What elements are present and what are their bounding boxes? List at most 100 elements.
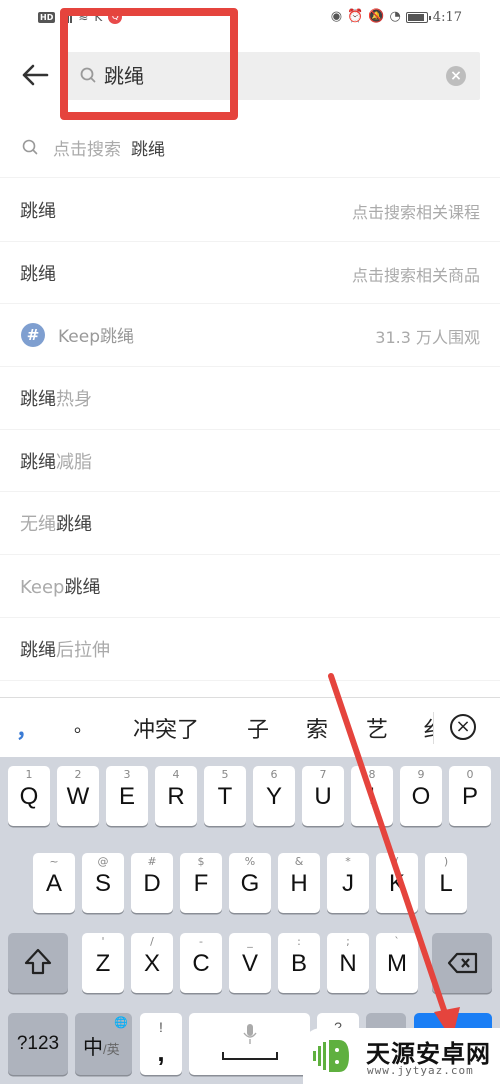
comma-key[interactable]: ! , bbox=[140, 1013, 182, 1075]
candidate-item[interactable]: 子 bbox=[247, 712, 269, 744]
key-m[interactable]: ` M bbox=[376, 933, 418, 993]
key-t[interactable]: 5T bbox=[204, 766, 246, 826]
suggestion-highlight: 跳绳 bbox=[20, 389, 56, 411]
backspace-icon bbox=[447, 952, 478, 974]
key-alt-char: ~ bbox=[49, 855, 59, 868]
candidate-item[interactable]: 索 bbox=[306, 712, 328, 744]
key-e[interactable]: 3E bbox=[106, 766, 148, 826]
suggestion-row-course[interactable]: 跳绳 点击搜索相关课程 bbox=[0, 179, 500, 242]
key-c[interactable]: -C bbox=[180, 933, 222, 993]
key-char: G bbox=[240, 870, 260, 897]
language-switch-key[interactable]: 🌐 中/英 bbox=[75, 1013, 132, 1075]
key-char: K bbox=[388, 870, 405, 897]
close-circle-icon[interactable]: × bbox=[450, 714, 476, 740]
suggestion-prefix: 无绳 bbox=[20, 514, 56, 536]
suggestion-rest: 后拉伸 bbox=[56, 639, 110, 661]
key-alt-char: : bbox=[297, 935, 301, 948]
key-alt-char: 4 bbox=[172, 768, 180, 781]
suggestion-row-goods[interactable]: 跳绳 点击搜索相关商品 bbox=[0, 242, 500, 305]
suggestion-row[interactable]: 无绳跳绳 bbox=[0, 492, 500, 556]
key-alt-char: 2 bbox=[74, 768, 82, 781]
suggestion-highlight: 跳绳 bbox=[100, 327, 135, 348]
eye-comfort-icon: ◉ bbox=[330, 9, 343, 24]
key-a[interactable]: ~ A bbox=[33, 853, 75, 913]
key-n[interactable]: ; N bbox=[327, 933, 369, 993]
key-alt-char: ` bbox=[394, 935, 400, 948]
numbers-key[interactable]: ?123 bbox=[8, 1013, 68, 1075]
search-query-text[interactable]: 跳绳 bbox=[104, 62, 144, 90]
back-button[interactable] bbox=[20, 60, 52, 92]
key-b[interactable]: :B bbox=[278, 933, 320, 993]
space-bar-icon bbox=[222, 1052, 278, 1060]
backspace-key[interactable] bbox=[432, 933, 492, 993]
mute-icon: 🔕 bbox=[368, 9, 385, 24]
battery-icon bbox=[405, 11, 431, 23]
status-time: 4:17 bbox=[432, 9, 462, 25]
key-alt-char: # bbox=[147, 855, 157, 868]
key-y[interactable]: 6Y bbox=[253, 766, 295, 826]
key-x[interactable]: / X bbox=[131, 933, 173, 993]
key-char: P bbox=[461, 783, 478, 810]
key-char: U bbox=[314, 783, 332, 810]
candidate-period[interactable]: 。 bbox=[74, 712, 92, 738]
candidate-comma[interactable]: ， bbox=[16, 712, 38, 744]
suggestion-row-topic[interactable]: # Keep跳绳 31.3 万人围观 bbox=[0, 304, 500, 368]
suggestion-row[interactable]: 跳绳减脂 bbox=[0, 430, 500, 493]
topic-hashtag-icon: # bbox=[21, 323, 45, 348]
search-app-notification-icon: Q bbox=[108, 10, 123, 24]
key-alt-char: 9 bbox=[417, 768, 425, 781]
key-char: D bbox=[143, 870, 161, 897]
clear-button[interactable]: × bbox=[446, 66, 466, 86]
suggestion-row[interactable]: 跳绳后拉伸 bbox=[0, 618, 500, 681]
suggestion-row[interactable]: Keep跳绳 bbox=[0, 555, 500, 618]
key-l[interactable]: ) L bbox=[425, 853, 467, 913]
key-char: I bbox=[368, 783, 376, 810]
suggestion-row[interactable]: 跳绳热身 bbox=[0, 367, 500, 430]
key-alt-char: ( bbox=[394, 855, 400, 868]
key-alt-char: $ bbox=[197, 855, 205, 868]
search-keyword-suggestion[interactable]: 点击搜索 跳绳 bbox=[0, 118, 500, 178]
key-u[interactable]: 7U bbox=[302, 766, 344, 826]
key-f[interactable]: $ F bbox=[180, 853, 222, 913]
space-key[interactable] bbox=[189, 1013, 310, 1075]
key-alt-char: * bbox=[345, 855, 351, 868]
key-char: Z bbox=[95, 950, 111, 977]
search-icon bbox=[80, 67, 96, 83]
key-i[interactable]: 8I bbox=[351, 766, 393, 826]
ime-candidate-bar: ， 。 冲突了 子 索 艺 纟 × bbox=[0, 697, 500, 757]
key-k[interactable]: (K bbox=[376, 853, 418, 913]
shift-key[interactable] bbox=[8, 933, 68, 993]
key-alt-char: 5 bbox=[221, 768, 229, 781]
suggestion-prefix: Keep bbox=[20, 577, 65, 599]
key-alt-char: 0 bbox=[466, 768, 474, 781]
key-j[interactable]: * J bbox=[327, 853, 369, 913]
search-input[interactable]: 跳绳 × bbox=[66, 52, 480, 100]
candidate-item[interactable]: 艺 bbox=[366, 712, 388, 744]
suggestion-highlight: 跳绳 bbox=[20, 451, 56, 473]
key-d[interactable]: # D bbox=[131, 853, 173, 913]
key-alt-char: ) bbox=[443, 855, 449, 868]
key-g[interactable]: % G bbox=[229, 853, 271, 913]
key-char: X bbox=[143, 950, 160, 977]
key-o[interactable]: 9O bbox=[400, 766, 442, 826]
android-logo-icon bbox=[313, 1040, 349, 1072]
key-char: R bbox=[167, 783, 185, 810]
key-p[interactable]: 0P bbox=[449, 766, 491, 826]
key-v[interactable]: _ V bbox=[229, 933, 271, 993]
candidate-item[interactable]: 冲突了 bbox=[133, 712, 199, 744]
key-h[interactable]: & H bbox=[278, 853, 320, 913]
key-char: C bbox=[192, 950, 210, 977]
suggestion-hint: 点击搜索相关商品 bbox=[351, 265, 480, 285]
arrow-left-icon bbox=[22, 64, 49, 86]
key-w[interactable]: 2W bbox=[57, 766, 99, 826]
key-r[interactable]: 4R bbox=[155, 766, 197, 826]
key-s[interactable]: @ S bbox=[82, 853, 124, 913]
search-icon bbox=[22, 139, 38, 155]
candidate-item[interactable]: 纟 bbox=[423, 712, 433, 744]
watermark-url: www.jytyaz.com bbox=[367, 1064, 474, 1077]
shift-icon bbox=[24, 948, 52, 975]
key-z[interactable]: ' Z bbox=[82, 933, 124, 993]
key-q[interactable]: 1Q bbox=[8, 766, 50, 826]
key-char: T bbox=[217, 783, 233, 810]
status-bar: HD ≋ K Q ◉ ⏰ 🔕 ◔ 4:17 bbox=[0, 0, 500, 38]
